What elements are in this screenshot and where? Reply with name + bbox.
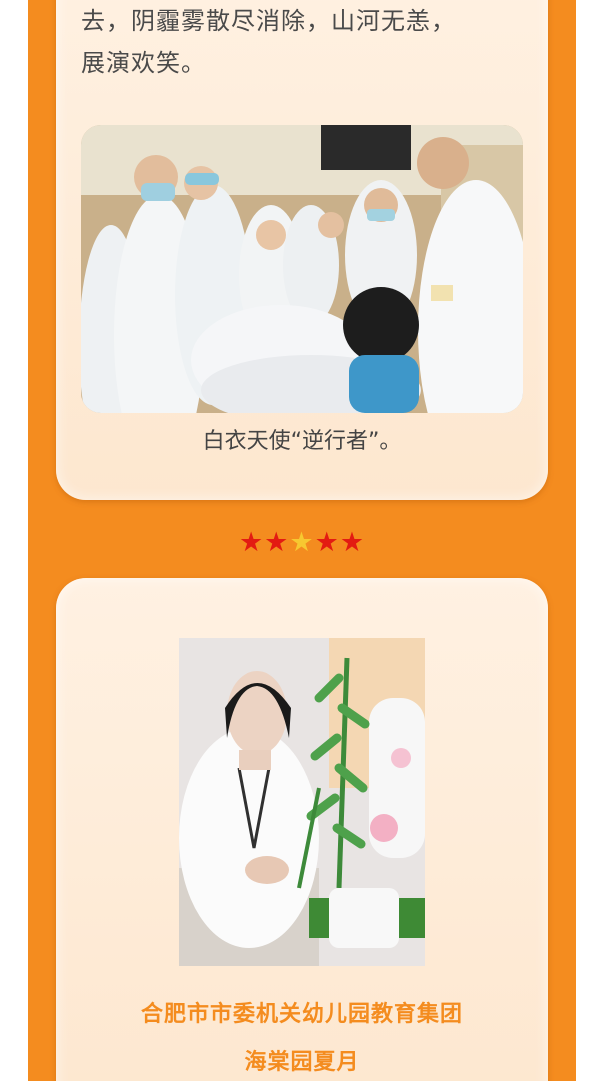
star-icon: ★ bbox=[339, 527, 366, 558]
star-icon: ★ bbox=[238, 527, 265, 558]
content-card-1: 去，阴霾雾散尽消除，山河无恙， 展演欢笑。 白衣天使“逆行者”。 bbox=[56, 0, 548, 500]
doctors-photo[interactable] bbox=[81, 125, 523, 413]
content-card-2: 合肥市市委机关幼儿园教育集团 海棠园夏月 bbox=[56, 578, 548, 1081]
star-icon: ★ bbox=[264, 527, 290, 558]
author-name: 海棠园夏月 bbox=[244, 1050, 360, 1075]
flower-arranging-photo[interactable] bbox=[179, 638, 425, 966]
star-icon: ★ bbox=[314, 527, 340, 558]
doctors-photo-illustration bbox=[81, 125, 523, 413]
intro-paragraph: 去，阴霾雾散尽消除，山河无恙， 展演欢笑。 bbox=[81, 7, 456, 77]
star-divider: ★★★★★ bbox=[28, 526, 576, 560]
photo-caption: 白衣天使“逆行者”。 bbox=[202, 429, 402, 454]
star-icon: ★ bbox=[289, 527, 315, 558]
article-page: 去，阴霾雾散尽消除，山河无恙， 展演欢笑。 白衣天使“逆行者”。 ★★★★★ 合… bbox=[28, 0, 576, 1081]
flower-arranging-illustration bbox=[179, 638, 425, 966]
school-name: 合肥市市委机关幼儿园教育集团 bbox=[140, 1002, 463, 1027]
